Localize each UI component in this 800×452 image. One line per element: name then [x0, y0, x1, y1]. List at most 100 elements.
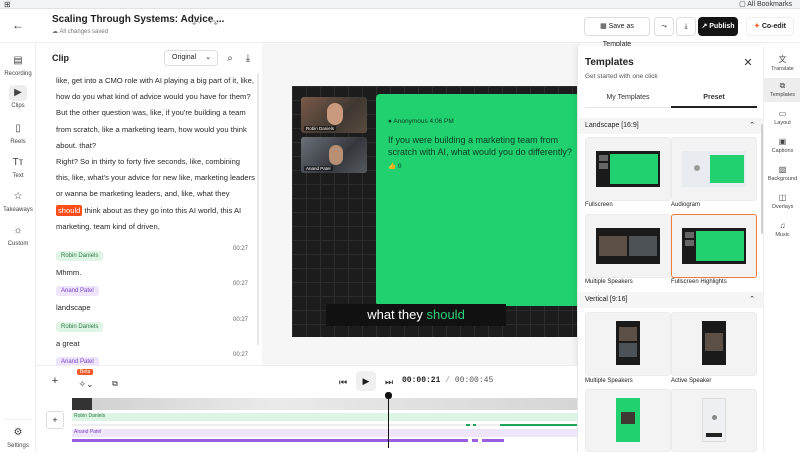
download-button[interactable]: ⤓ [676, 17, 696, 36]
template-card-fullscreen[interactable] [585, 137, 671, 201]
speaker-segments-anand [72, 439, 577, 442]
right-nav-translate[interactable]: 文 Translate [764, 52, 800, 76]
highlight-panel[interactable]: ● Anonymous 4:06 PM If you were building… [376, 94, 580, 306]
all-bookmarks-link[interactable]: ▢ All Bookmarks [739, 0, 792, 8]
nav-reels[interactable]: ▯ Reels [0, 121, 36, 145]
transcript-segment[interactable]: Robin Daniels 00:27 Mhmm. [56, 244, 248, 277]
speaker-track-robin[interactable]: Robin Daniels [72, 413, 577, 421]
split-icon[interactable]: ⧉ [108, 374, 122, 394]
version-select[interactable]: Original ⌄ [164, 50, 218, 66]
playhead-handle[interactable] [385, 392, 392, 399]
transcript-scrollbar[interactable] [257, 73, 259, 345]
template-card-vertical-multiple-speakers[interactable] [585, 312, 671, 376]
play-icon: ▶ [9, 85, 27, 101]
section-landscape[interactable]: Landscape [16:9] ⌃ [578, 118, 764, 134]
thumbnail-avatar [712, 415, 717, 420]
template-card-audiogram[interactable] [671, 137, 757, 201]
right-nav-background[interactable]: ▨ Background [764, 162, 800, 186]
transcript-paragraph[interactable]: Right? So in thirty to forty five second… [56, 154, 256, 235]
playhead[interactable] [385, 392, 392, 448]
transcript-segment[interactable]: Anand Patel 00:27 landscape [56, 279, 248, 312]
nav-clips-label: Clips [11, 103, 25, 109]
save-status: ☁ All changes saved [52, 29, 109, 35]
speaker-name: Robin Daniels [304, 126, 337, 131]
transcript-text: think about as they go into this AI worl… [56, 205, 242, 231]
thumbnail-speaker [685, 232, 694, 238]
thumbnail-speaker [599, 236, 627, 256]
skip-forward-icon[interactable]: ⏭ [382, 372, 396, 392]
download-clip-icon[interactable]: ⤓ [240, 49, 256, 69]
right-nav-captions[interactable]: ▣ Captions [764, 134, 800, 158]
speaker-track-anand[interactable]: Anand Patel [72, 429, 577, 437]
left-nav: ▤ Recording ▶ Clips ▯ Reels Tт Text ☆ Ta… [0, 43, 36, 452]
template-card-fullscreen-highlights[interactable] [671, 214, 757, 278]
track-label: Robin Daniels [74, 413, 106, 419]
section-vertical[interactable]: Vertical [9:16] ⌃ [578, 292, 764, 308]
clip-panel: Clip Original ⌄ ⌕ ⤓ like, get into a CMO… [36, 43, 262, 367]
redo-icon[interactable]: ↷ [206, 15, 222, 35]
add-track-button[interactable]: + [46, 411, 64, 429]
tab-preset[interactable]: Preset [671, 90, 757, 108]
nav-recording[interactable]: ▤ Recording [0, 53, 36, 77]
transcript-paragraph[interactable]: like, get into a CMO role with AI playin… [56, 73, 256, 105]
speaker-tag[interactable]: Robin Daniels [56, 251, 104, 261]
apps-grid-icon[interactable]: ⊞ [4, 0, 11, 9]
play-button[interactable]: ▶ [356, 371, 376, 391]
template-thumbnail [702, 398, 726, 442]
back-arrow-icon[interactable]: ← [8, 15, 28, 35]
undo-icon[interactable]: ↶ [188, 15, 204, 35]
nav-settings[interactable]: ⚙ Settings [0, 425, 36, 449]
speaker-tag[interactable]: Anand Patel [56, 286, 99, 296]
share-button[interactable]: ⤳ [654, 17, 674, 36]
music-icon: ♫ [779, 221, 786, 230]
tab-my-templates[interactable]: My Templates [585, 90, 671, 106]
time-separator: / [445, 376, 451, 385]
right-nav-music[interactable]: ♫ Music [764, 218, 800, 242]
save-as-template-button[interactable]: ▦ Save as Template [584, 17, 650, 48]
caption-overlay[interactable]: what they should [326, 304, 506, 326]
publish-button[interactable]: ↗ Publish [698, 17, 738, 36]
close-icon[interactable]: ✕ [740, 53, 756, 73]
right-nav-layout[interactable]: ▭ Layout [764, 106, 800, 130]
template-card-multiple-speakers[interactable] [585, 214, 671, 278]
thumbnail-caption [706, 433, 722, 437]
nav-recording-label: Recording [4, 71, 32, 77]
search-icon[interactable]: ⌕ [222, 49, 238, 69]
skip-back-icon[interactable]: ⏮ [336, 372, 350, 392]
transcript-segment[interactable]: Robin Daniels 00:27 a great [56, 315, 248, 348]
video-stage[interactable]: Robin Daniels Anand Patel ● Anonymous 4:… [292, 86, 580, 337]
speaker-tag[interactable]: Robin Daniels [56, 322, 104, 332]
right-nav-overlays[interactable]: ◫ Overlays [764, 190, 800, 214]
thumbnail-panel [696, 231, 744, 261]
nav-text[interactable]: Tт Text [0, 155, 36, 179]
nav-custom[interactable]: ☼ Custom [0, 223, 36, 247]
caption-highlight: should [426, 307, 465, 322]
thumbnail-speaker [685, 240, 694, 246]
magic-edit-icon[interactable]: ✧⌄ [74, 374, 98, 394]
right-nav-label: Captions [771, 148, 794, 154]
nav-clips[interactable]: ▶ Clips [0, 85, 36, 109]
video-track[interactable] [72, 398, 577, 410]
chevron-up-icon: ⌃ [749, 296, 755, 303]
co-edit-button[interactable]: ✦ Co-edit [746, 17, 794, 36]
right-nav-templates[interactable]: ⧉ Templates [764, 78, 800, 102]
section-landscape-label: Landscape [16:9] [585, 122, 639, 129]
speaker-face [327, 103, 343, 125]
nav-takeaways[interactable]: ☆ Takeaways [0, 189, 36, 213]
template-card-vertical-audiogram[interactable] [671, 389, 757, 452]
template-card-vertical-highlight[interactable] [585, 389, 671, 452]
current-time: 00:00:21 [402, 376, 441, 385]
template-label: Multiple Speakers [585, 279, 633, 285]
template-card-active-speaker[interactable] [671, 312, 757, 376]
captions-icon: ▣ [778, 137, 787, 146]
anonymous-avatar-icon: ● [388, 118, 392, 125]
templates-panel: Templates ✕ Get started with one click M… [577, 46, 764, 452]
thumbnail-speaker [619, 343, 637, 357]
templates-tabs: My Templates Preset [585, 90, 757, 108]
speaker-tile[interactable]: Robin Daniels [301, 97, 367, 133]
templates-title: Templates [585, 57, 634, 68]
transcript-paragraph[interactable]: But the other question was, like, if you… [56, 105, 256, 154]
speaker-tile[interactable]: Anand Patel [301, 137, 367, 173]
add-icon[interactable]: + [48, 371, 62, 391]
current-word-highlight: should [56, 204, 83, 216]
